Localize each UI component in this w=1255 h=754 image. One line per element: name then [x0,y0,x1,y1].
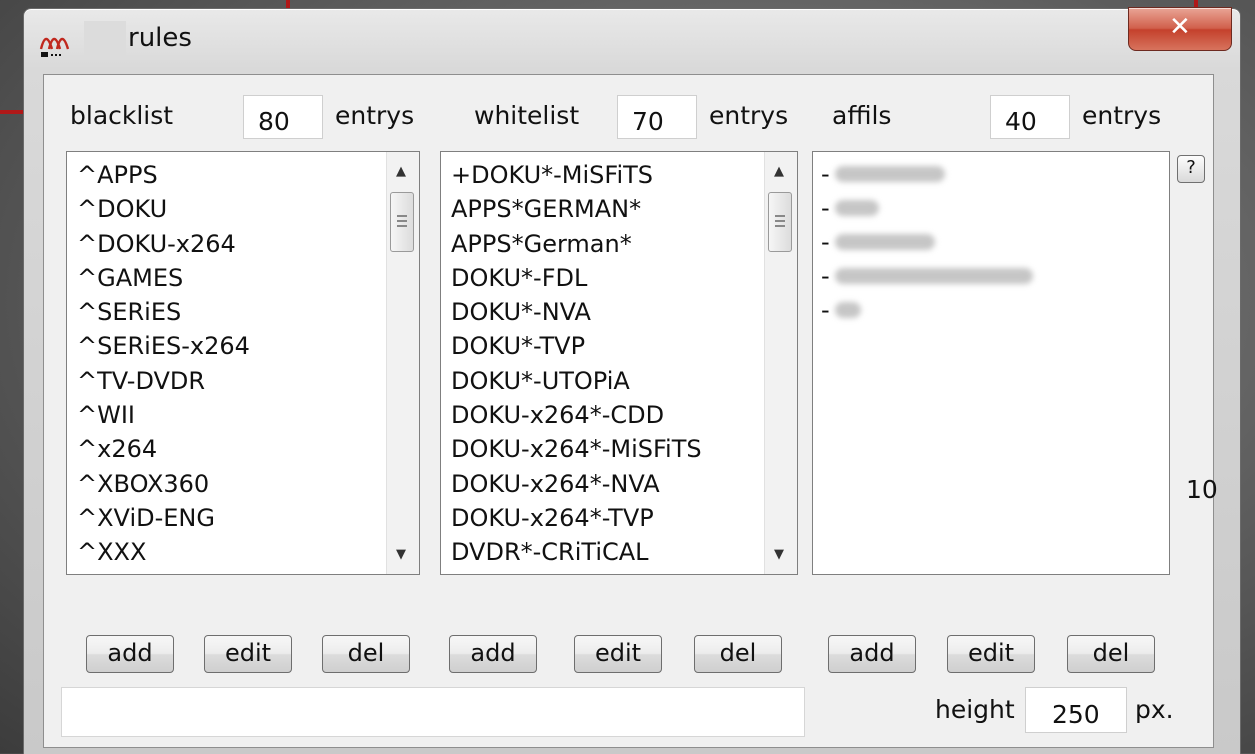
list-item[interactable]: ^XXX [77,537,250,571]
scroll-down-icon[interactable]: ▼ [774,547,784,562]
blacklist-edit-button[interactable]: edit [204,635,292,673]
app-icon [38,23,74,59]
blacklist-items: ^APPS ^DOKU ^DOKU-x264 ^GAMES ^SERiES ^S… [77,160,250,572]
affils-edit-button[interactable]: edit [947,635,1035,673]
client-area: blacklist 80 entrys whitelist 70 entrys … [43,74,1218,748]
affils-add-button[interactable]: add [828,635,916,673]
blacklist-listbox[interactable]: ^APPS ^DOKU ^DOKU-x264 ^GAMES ^SERiES ^S… [66,151,420,575]
list-item[interactable]: DOKU-x264*-NVA [451,469,702,503]
scroll-thumb[interactable] [390,192,414,252]
blacklist-add-button[interactable]: add [86,635,174,673]
window-title: rules [128,23,192,53]
redacted-text [835,234,935,250]
list-item[interactable]: ^GAMES [77,263,250,297]
close-button[interactable]: ✕ [1128,7,1232,51]
affils-listbox[interactable]: - - - - - [812,151,1170,575]
blacklist-entrys-label: entrys [335,101,415,130]
blacklist-del-button[interactable]: del [322,635,410,673]
list-item[interactable]: ^x264 [77,434,250,468]
list-item[interactable]: DOKU-x264*-TVP [451,503,702,537]
rules-window: rules ✕ blacklist 80 entrys whitelist 70… [23,7,1241,754]
list-item[interactable]: DOKU*-NVA [451,297,702,331]
scroll-thumb[interactable] [768,192,792,252]
affils-del-button[interactable]: del [1067,635,1155,673]
redacted-text [835,166,945,182]
affils-count-field[interactable]: 40 [990,95,1070,139]
list-item[interactable]: ^DOKU [77,194,250,228]
help-icon: ? [1186,157,1196,178]
list-item[interactable]: ^SERiES [77,297,250,331]
list-item[interactable]: ^APPS [77,160,250,194]
list-item[interactable]: ^TV-DVDR [77,366,250,400]
list-item[interactable]: ^DOKU-x264 [77,229,250,263]
list-item[interactable]: ^SERiES-x264 [77,331,250,365]
whitelist-entrys-label: entrys [709,101,789,130]
list-item[interactable]: ^WII [77,400,250,434]
list-item[interactable]: APPS*German* [451,229,702,263]
whitelist-listbox[interactable]: +DOKU*-MiSFiTS APPS*GERMAN* APPS*German*… [440,151,798,575]
blacklist-scrollbar[interactable]: ▲ ▼ [386,152,419,574]
list-item[interactable]: DOKU*-TVP [451,331,702,365]
redacted-text [835,302,861,318]
title-placeholder [84,21,126,59]
redacted-text [835,200,879,216]
redacted-text [835,268,1033,284]
scroll-down-icon[interactable]: ▼ [396,547,406,562]
blacklist-count-field[interactable]: 80 [243,95,323,139]
whitelist-add-button[interactable]: add [449,635,537,673]
whitelist-label: whitelist [474,101,580,130]
whitelist-items: +DOKU*-MiSFiTS APPS*GERMAN* APPS*German*… [451,160,702,572]
scroll-up-icon[interactable]: ▲ [774,164,784,179]
blacklist-label: blacklist [70,101,174,130]
status-field[interactable] [61,687,805,737]
list-item[interactable]: DOKU-x264*-CDD [451,400,702,434]
list-item[interactable]: ^XViD-ENG [77,503,250,537]
whitelist-scrollbar[interactable]: ▲ ▼ [764,152,797,574]
list-item[interactable]: APPS*GERMAN* [451,194,702,228]
whitelist-count-field[interactable]: 70 [617,95,697,139]
height-unit-label: px. [1135,695,1174,724]
list-item[interactable]: ^XBOX360 [77,469,250,503]
height-field[interactable]: 250 [1025,687,1127,733]
height-label: height [935,695,1015,724]
affils-entrys-label: entrys [1082,101,1162,130]
list-item[interactable]: DOKU-x264*-MiSFiTS [451,434,702,468]
whitelist-del-button[interactable]: del [694,635,782,673]
scroll-up-icon[interactable]: ▲ [396,164,406,179]
list-item[interactable]: +DOKU*-MiSFiTS [451,160,702,194]
list-item[interactable]: DVDR*-CRiTiCAL [451,537,702,571]
affils-label: affils [832,101,892,130]
close-icon: ✕ [1169,12,1191,42]
whitelist-edit-button[interactable]: edit [574,635,662,673]
side-value: 10 [1186,475,1218,504]
list-item[interactable]: DOKU*-UTOPiA [451,366,702,400]
help-button[interactable]: ? [1177,155,1205,183]
list-item[interactable]: DOKU*-FDL [451,263,702,297]
